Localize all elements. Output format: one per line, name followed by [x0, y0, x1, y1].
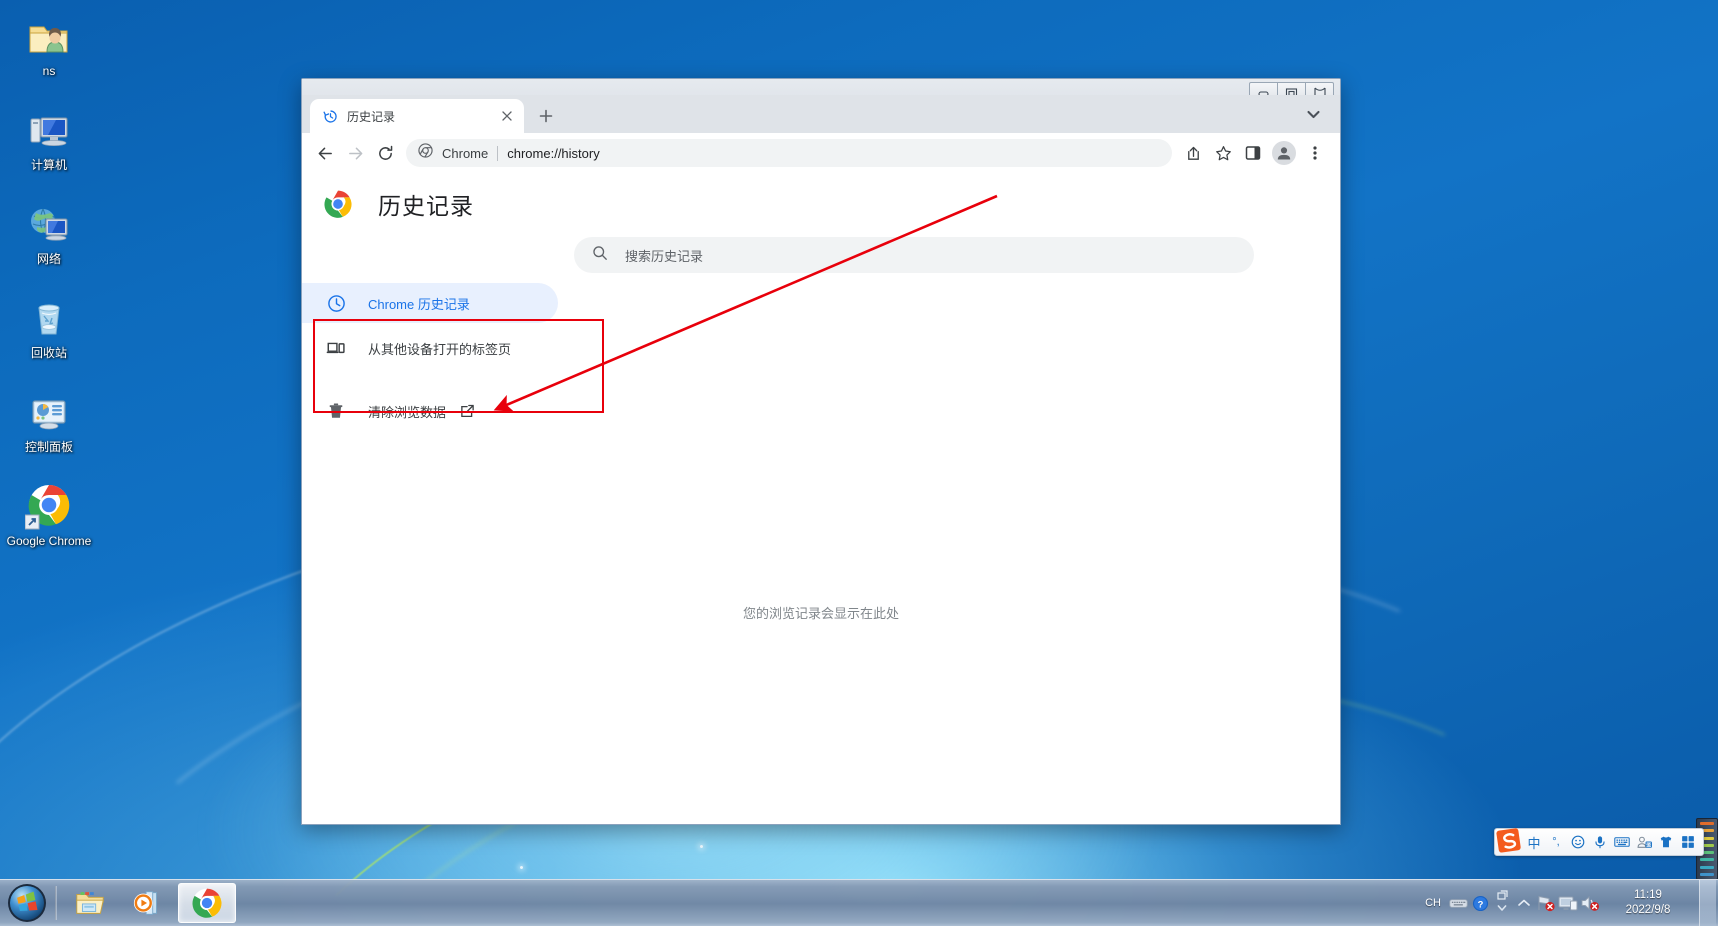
history-clock-icon [322, 108, 338, 124]
recycle-bin-icon [6, 292, 92, 342]
desktop-icon-label: 网络 [36, 252, 61, 266]
show-hidden-icons-icon[interactable] [1491, 888, 1513, 918]
desktop-icon-google-chrome[interactable]: Google Chrome [6, 476, 92, 554]
network-icon [6, 198, 92, 248]
taskbar[interactable]: CH ? 11:19 2022/9/8 [0, 879, 1718, 926]
microphone-icon[interactable] [1589, 831, 1611, 853]
show-desktop-button[interactable] [1699, 880, 1716, 926]
sidebar-item-label: 从其他设备打开的标签页 [368, 341, 512, 357]
user-folder-icon [6, 10, 92, 60]
start-button[interactable] [3, 882, 51, 924]
control-panel-icon [6, 386, 92, 436]
chrome-browser-window[interactable]: 历史记录 Chrome chrome://history 历史记录 搜索历史记录… [301, 78, 1341, 825]
search-placeholder: 搜索历史记录 [625, 248, 704, 264]
clock-time: 11:19 [1634, 889, 1662, 901]
clock[interactable]: 11:19 2022/9/8 [1601, 888, 1695, 918]
desktop-icon-label: ns [42, 64, 56, 78]
page-title: 历史记录 [378, 192, 474, 219]
empty-state-message: 您的浏览记录会显示在此处 [742, 606, 899, 621]
help-icon[interactable]: ? [1469, 888, 1491, 918]
new-tab-button[interactable] [532, 102, 560, 130]
taskbar-separator [55, 886, 57, 920]
omnibox-url: chrome://history [507, 145, 600, 161]
sidebar-item-label: 清除浏览数据 [368, 404, 447, 420]
show-hidden-arrow-icon[interactable] [1513, 888, 1535, 918]
history-sidebar: Chrome 历史记录 从其他设备打开的标签页 清除浏览数据 [302, 283, 558, 436]
chrome-product-icon [418, 143, 433, 163]
omnibox-scheme-label: Chrome [442, 145, 489, 161]
clock-date: 2022/9/8 [1625, 904, 1671, 916]
keyboard-icon[interactable] [1447, 888, 1469, 918]
address-bar[interactable]: Chrome chrome://history [406, 139, 1172, 167]
forward-button[interactable] [340, 138, 370, 168]
ime-toolbar[interactable]: 中 °, 24 [1493, 825, 1704, 856]
chrome-menu-icon[interactable] [1300, 138, 1330, 168]
soft-keyboard-icon[interactable] [1611, 831, 1633, 853]
history-header: 历史记录 [302, 173, 1340, 234]
search-input[interactable]: 搜索历史记录 [574, 237, 1254, 273]
browser-toolbar[interactable]: Chrome chrome://history [302, 133, 1340, 173]
desktop[interactable]: ns 计算机 网络 回收站 控制面板 Google Chrome 历史记录 Ch… [0, 0, 1718, 926]
wallpaper-sparkle [520, 866, 523, 869]
desktop-icon-label: 计算机 [30, 158, 67, 172]
desktop-icon-label: 控制面板 [24, 440, 73, 454]
avatar[interactable] [1272, 141, 1296, 165]
taskbar-item-explorer[interactable] [62, 884, 118, 922]
trash-icon [326, 401, 346, 421]
toolbox-icon[interactable] [1677, 831, 1699, 853]
chinese-mode-icon[interactable]: 中 [1523, 831, 1545, 853]
share-icon[interactable] [1178, 138, 1208, 168]
skin-icon[interactable] [1655, 831, 1677, 853]
tray-language-indicator[interactable]: CH [1419, 897, 1447, 909]
user-icon[interactable]: 24 [1633, 831, 1655, 853]
network-error-icon[interactable] [1535, 888, 1557, 918]
display-icon[interactable] [1557, 888, 1579, 918]
chrome-shortcut-icon [6, 480, 92, 530]
punctuation-mode-icon[interactable]: °, [1545, 831, 1567, 853]
sidebar-item-clear-browsing-data[interactable]: 清除浏览数据 [302, 391, 558, 431]
sidebar-item-label: Chrome 历史记录 [368, 296, 470, 312]
tab-search-chevron-down-icon[interactable] [1300, 101, 1326, 127]
emoji-icon[interactable] [1567, 831, 1589, 853]
open-in-new-icon[interactable] [460, 404, 475, 419]
tab-title: 历史记录 [347, 109, 396, 124]
omnibox-separator [497, 145, 499, 161]
desktop-icon-computer[interactable]: 计算机 [6, 100, 92, 178]
desktop-icon-label: 回收站 [30, 346, 67, 360]
sidebar-item-tabs-from-other-devices[interactable]: 从其他设备打开的标签页 [302, 328, 558, 368]
desktop-icon-grid: ns 计算机 网络 回收站 控制面板 Google Chrome [6, 6, 92, 570]
sidebar-item-chrome-history[interactable]: Chrome 历史记录 [302, 283, 558, 323]
sogou-logo-icon[interactable] [1493, 825, 1522, 854]
system-tray: CH ? 11:19 2022/9/8 [1419, 880, 1718, 926]
search-icon [592, 245, 608, 266]
taskbar-item-chrome[interactable] [178, 883, 236, 923]
desktop-icon-recycle-bin[interactable]: 回收站 [6, 288, 92, 366]
taskbar-item-media-player[interactable] [120, 884, 176, 922]
desktop-icon-control-panel[interactable]: 控制面板 [6, 382, 92, 460]
tab-close-icon[interactable] [498, 107, 516, 125]
svg-text:?: ? [1477, 899, 1483, 910]
bookmark-star-icon[interactable] [1208, 138, 1238, 168]
wallpaper-sparkle [700, 845, 703, 848]
desktop-icon-label: Google Chrome [6, 534, 92, 548]
desktop-icon-network[interactable]: 网络 [6, 194, 92, 272]
reload-button[interactable] [370, 138, 400, 168]
devices-icon [326, 338, 346, 358]
svg-text:24: 24 [1646, 842, 1651, 847]
clock-icon [326, 293, 346, 313]
toolbar-actions [1178, 138, 1330, 168]
tab-history[interactable]: 历史记录 [310, 99, 524, 133]
history-page[interactable]: 历史记录 搜索历史记录 Chrome 历史记录 从其他设备打开的标签页 清除浏览… [302, 173, 1340, 824]
computer-icon [6, 104, 92, 154]
side-panel-icon[interactable] [1238, 138, 1268, 168]
volume-muted-icon[interactable] [1579, 888, 1601, 918]
desktop-icon-ns[interactable]: ns [6, 6, 92, 84]
back-button[interactable] [310, 138, 340, 168]
tab-strip[interactable]: 历史记录 [302, 95, 1340, 133]
chrome-logo-icon [324, 190, 352, 218]
